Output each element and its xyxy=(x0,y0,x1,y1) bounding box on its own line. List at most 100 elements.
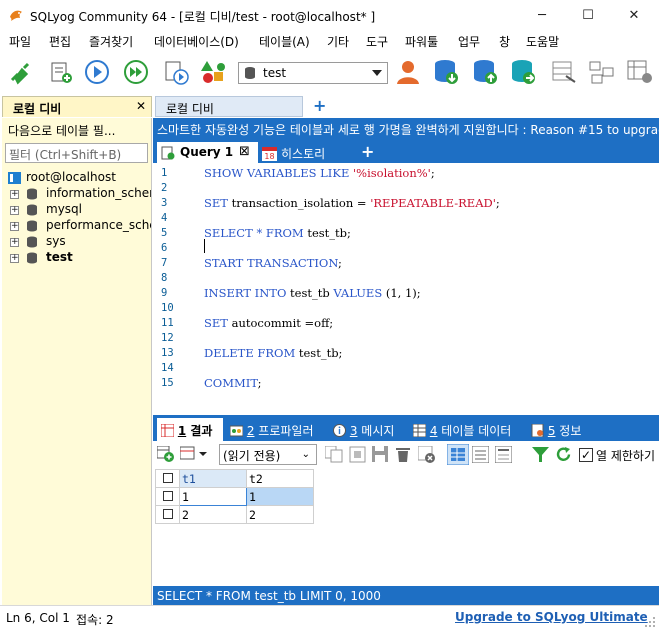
execute-query-icon[interactable] xyxy=(83,58,111,86)
expand-icon[interactable]: + xyxy=(10,190,19,199)
table-data-tab-label: 테이블 데이터 xyxy=(437,424,512,438)
export-menu-icon[interactable] xyxy=(180,446,208,462)
tab-profiler[interactable]: 2 프로파일러 xyxy=(226,418,326,441)
tree-item-test[interactable]: + test xyxy=(8,250,151,266)
menu-help[interactable]: 도움말 xyxy=(526,33,559,50)
row-select-cell[interactable] xyxy=(155,487,180,506)
resize-grip-icon[interactable] xyxy=(645,617,656,628)
minimize-button[interactable]: ─ xyxy=(519,0,565,31)
execute-edit-icon[interactable] xyxy=(162,58,190,86)
grid-cell[interactable]: 1 xyxy=(246,487,314,506)
upgrade-hint-bar[interactable]: 스마트한 자동완성 기능은 테이블과 세로 행 가명을 완벽하게 지원합니다 :… xyxy=(153,118,659,139)
backup-database-icon[interactable] xyxy=(432,58,460,86)
new-query-icon[interactable] xyxy=(47,58,75,86)
import-wizard-icon[interactable] xyxy=(550,58,578,86)
read-only-select[interactable]: (읽기 전용) ⌄ xyxy=(219,444,317,465)
line-number: 15 xyxy=(161,377,174,389)
save-icon[interactable] xyxy=(372,446,388,463)
paste-row-icon[interactable] xyxy=(349,446,367,463)
tree-item-mysql[interactable]: + mysql xyxy=(8,202,151,218)
database-select[interactable]: test xyxy=(238,62,388,84)
line-number: 8 xyxy=(161,272,168,284)
expand-icon[interactable]: + xyxy=(10,206,19,215)
refresh-icon[interactable] xyxy=(555,446,572,463)
row-checkbox[interactable] xyxy=(162,472,173,483)
grid-cell[interactable]: 2 xyxy=(246,505,314,524)
code-line: DELETE FROM test_tb; xyxy=(204,346,343,360)
menu-others[interactable]: 기타 xyxy=(327,33,349,50)
add-query-tab-button[interactable]: + xyxy=(361,142,374,161)
grid-header-row: t1 t2 xyxy=(155,469,314,488)
tab-history[interactable]: 18 히스토리 xyxy=(260,142,340,163)
menu-favorites[interactable]: 즐겨찾기 xyxy=(89,33,133,50)
read-only-select-value: (읽기 전용) xyxy=(223,449,281,463)
tab-connection-inactive[interactable]: 로컬 디비 xyxy=(155,96,303,117)
column-header[interactable]: t2 xyxy=(246,469,314,488)
select-all-cell[interactable] xyxy=(155,469,180,488)
menu-powertools[interactable]: 파워툴 xyxy=(405,33,438,50)
connection-tab-label: 로컬 디비 xyxy=(13,102,62,116)
grid-cell[interactable]: 1 xyxy=(179,487,247,506)
cursor-position: Ln 6, Col 1 xyxy=(6,611,70,625)
menu-table[interactable]: 테이블(A) xyxy=(259,33,310,50)
connection-tab-label: 로컬 디비 xyxy=(166,102,214,116)
form-view-icon[interactable] xyxy=(472,446,489,463)
add-connection-tab-button[interactable]: + xyxy=(313,96,326,115)
expand-icon[interactable]: + xyxy=(10,238,19,247)
tree-root-label: root@localhost xyxy=(26,170,116,184)
row-select-cell[interactable] xyxy=(155,505,180,524)
maximize-button[interactable]: ☐ xyxy=(565,0,611,31)
expand-icon[interactable]: + xyxy=(10,254,19,263)
menu-tools[interactable]: 도구 xyxy=(366,33,388,50)
query-tab-icon xyxy=(161,146,175,160)
grid-cell[interactable]: 2 xyxy=(179,505,247,524)
menu-database[interactable]: 데이터베이스(D) xyxy=(154,33,239,50)
cancel-changes-icon[interactable] xyxy=(418,446,436,463)
tree-item-information-schema[interactable]: + information_schema xyxy=(8,186,151,202)
limit-rows-checkbox[interactable]: ✓ xyxy=(579,448,593,462)
synchronize-database-icon[interactable] xyxy=(509,58,537,86)
row-checkbox[interactable] xyxy=(162,490,173,501)
add-row-icon[interactable] xyxy=(157,446,175,462)
menu-edit[interactable]: 편집 xyxy=(49,33,71,50)
close-window-button[interactable]: ✕ xyxy=(611,0,657,31)
schema-designer-icon[interactable] xyxy=(588,58,616,86)
execute-all-icon[interactable] xyxy=(122,58,150,86)
column-header[interactable]: t1 xyxy=(179,469,247,488)
text-view-icon[interactable] xyxy=(495,446,512,463)
close-tab-icon[interactable]: ✕ xyxy=(136,99,146,113)
tab-connection-active[interactable]: 로컬 디비 ✕ xyxy=(2,96,152,117)
filter-input[interactable]: 필터 (Ctrl+Shift+B) xyxy=(5,143,148,163)
menu-tasks[interactable]: 업무 xyxy=(458,33,480,50)
query-builder-icon[interactable] xyxy=(626,58,654,86)
tab-results[interactable]: 1 결과 xyxy=(157,418,223,441)
new-connection-icon[interactable] xyxy=(6,58,34,86)
user-manager-icon[interactable] xyxy=(394,58,422,86)
sql-editor[interactable]: 1 2 3 4 5 6 7 8 9 10 11 12 13 14 15 SHOW… xyxy=(153,163,659,415)
restore-database-icon[interactable] xyxy=(471,58,499,86)
tab-info[interactable]: 5 정보 xyxy=(527,418,587,441)
menu-window[interactable]: 창 xyxy=(499,33,510,50)
filter-icon[interactable] xyxy=(532,446,549,463)
schema-shapes-icon[interactable] xyxy=(199,58,227,86)
menu-file[interactable]: 파일 xyxy=(9,33,31,50)
tree-item-sys[interactable]: + sys xyxy=(8,234,151,250)
upgrade-link[interactable]: Upgrade to SQLyog Ultimate xyxy=(455,610,648,624)
close-tab-icon[interactable]: ⊠ xyxy=(239,144,250,159)
delete-row-icon[interactable] xyxy=(395,446,411,463)
table-row[interactable]: 1 1 xyxy=(155,487,314,506)
line-number: 14 xyxy=(161,362,174,374)
table-row[interactable]: 2 2 xyxy=(155,505,314,524)
tree-item-performance-schema[interactable]: + performance_schema xyxy=(8,218,151,234)
tab-query-1[interactable]: Query 1 ⊠ xyxy=(157,142,258,163)
sqlyog-window: SQLyog Community 64 - [로컬 디비/test - root… xyxy=(0,0,659,630)
dolphin-app-icon xyxy=(10,10,22,21)
object-browser-header: 다음으로 테이블 필... xyxy=(8,124,116,138)
tab-table-data[interactable]: 4 테이블 데이터 xyxy=(409,418,523,441)
line-number: 1 xyxy=(161,167,168,179)
grid-view-icon[interactable] xyxy=(447,444,469,465)
copy-row-icon[interactable] xyxy=(325,446,343,463)
row-checkbox[interactable] xyxy=(162,508,173,519)
tab-messages[interactable]: 3 메시지 xyxy=(329,418,407,441)
expand-icon[interactable]: + xyxy=(10,222,19,231)
